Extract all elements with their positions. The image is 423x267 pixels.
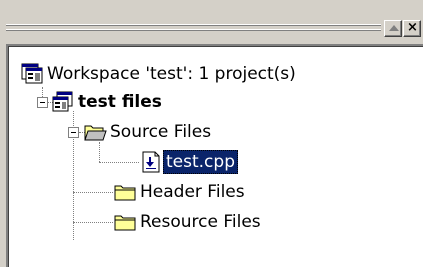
tree-item-file-test-cpp[interactable]: test.cpp <box>139 148 238 176</box>
tree-item-label: test.cpp <box>163 150 238 174</box>
title-gripper[interactable] <box>6 24 381 34</box>
workspace-tree-panel: Workspace 'test': 1 project(s) test file… <box>6 44 423 267</box>
tree-item-label: Header Files <box>140 182 245 202</box>
tree-item-label: Source Files <box>110 122 212 142</box>
tree-item-label: test files <box>78 92 162 112</box>
folder-open-icon <box>84 125 107 141</box>
source-files-collapse-toggle[interactable] <box>68 127 79 138</box>
tree-connector <box>73 192 113 193</box>
tree-item-header-files[interactable]: Header Files <box>113 178 248 206</box>
folder-closed-icon <box>114 215 136 231</box>
project-collapse-toggle[interactable] <box>37 97 48 108</box>
tree-item-workspace[interactable]: Workspace 'test': 1 project(s) <box>20 60 299 88</box>
tree-item-resource-files[interactable]: Resource Files <box>113 208 264 236</box>
project-icon <box>52 91 73 112</box>
close-button[interactable]: × <box>403 20 421 37</box>
restore-triangle-icon <box>389 25 399 31</box>
tree-item-label: Workspace 'test': 1 project(s) <box>47 64 296 84</box>
tree-item-source-files[interactable]: Source Files <box>83 118 214 146</box>
tree-item-label: Resource Files <box>140 212 261 232</box>
restore-button[interactable] <box>384 20 402 37</box>
close-icon: × <box>407 20 418 35</box>
tree-item-project[interactable]: test files <box>51 88 165 116</box>
tree-connector <box>73 222 113 223</box>
folder-closed-icon <box>114 185 136 201</box>
tree-connector <box>99 162 139 163</box>
workspace-icon <box>21 63 43 84</box>
cpp-file-icon <box>142 151 160 173</box>
